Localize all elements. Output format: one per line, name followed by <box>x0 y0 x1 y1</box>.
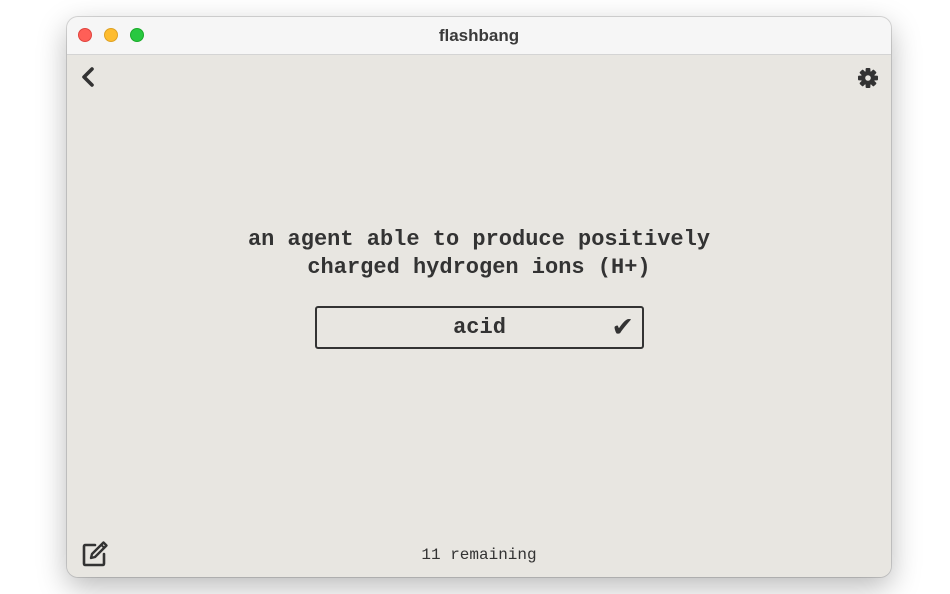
gear-icon <box>858 68 878 88</box>
main-content: an agent able to produce positively char… <box>67 55 891 577</box>
settings-button[interactable] <box>857 67 879 89</box>
app-window: flashbang an agent able to produce posit… <box>67 17 891 577</box>
check-icon: ✔ <box>611 312 634 343</box>
prompt-line-1: an agent able to produce positively <box>247 227 711 252</box>
answer-input[interactable]: acid ✔ <box>315 306 644 349</box>
chevron-left-icon <box>82 67 94 87</box>
card-prompt: an agent able to produce positively char… <box>167 226 791 282</box>
window-title: flashbang <box>438 26 520 45</box>
answer-text: acid <box>453 315 506 340</box>
prompt-line-2: charged hydrogen ions (H+) <box>307 255 651 280</box>
remaining-count: 11 remaining <box>421 546 537 564</box>
title-bar: flashbang <box>67 17 891 55</box>
back-button[interactable] <box>79 66 97 88</box>
